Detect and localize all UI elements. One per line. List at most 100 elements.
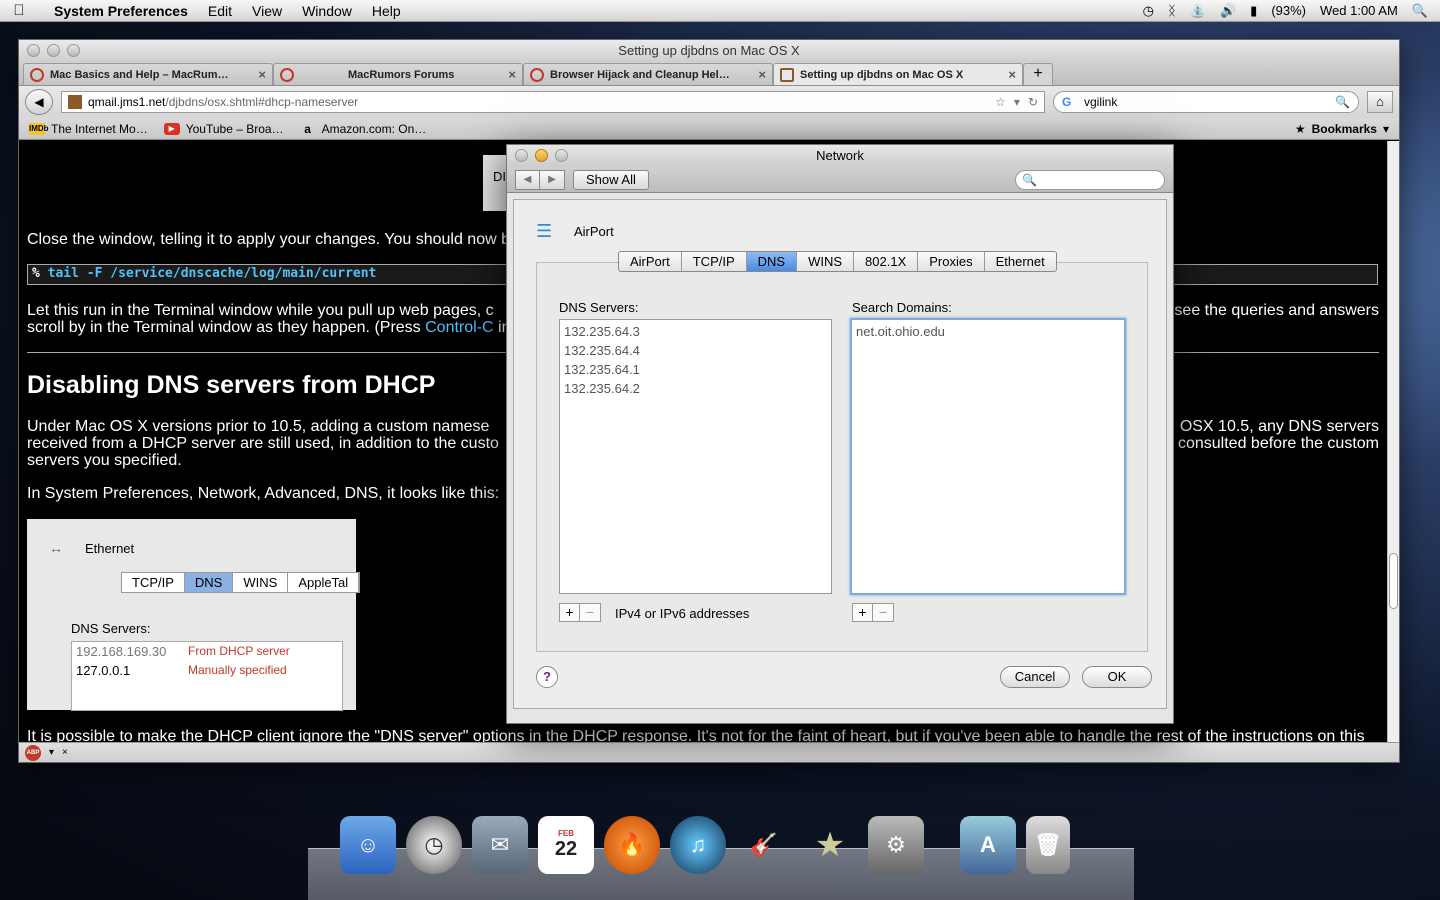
help-button[interactable]: ? [536,666,558,688]
menu-view[interactable]: View [242,3,292,19]
menu-app[interactable]: System Preferences [38,3,198,19]
back-button[interactable]: ◀ [25,89,53,115]
close-button[interactable] [27,44,40,57]
remove-domain-button[interactable]: − [873,604,893,621]
tab-macrumors-basics[interactable]: Mac Basics and Help – MacRum… × [23,63,273,85]
close-tab-icon[interactable]: × [758,67,766,82]
wifi-icon[interactable]: ⛲ [1190,3,1206,19]
time-machine-icon[interactable]: ◷ [1143,3,1154,19]
imovie-icon[interactable]: ★ [802,816,858,874]
bookmarks-menu-label: Bookmarks [1311,121,1377,136]
list-item[interactable]: 132.235.64.4 [564,341,827,360]
tab-djbdns[interactable]: Setting up djbdns on Mac OS X × [773,63,1023,85]
search-add-remove: + − [852,603,894,622]
tab-browser-hijack[interactable]: Browser Hijack and Cleanup Hel… × [523,63,773,85]
add-domain-button[interactable]: + [853,604,873,621]
applications-folder-icon[interactable]: A [960,816,1016,874]
add-dns-button[interactable]: + [560,604,580,621]
clock[interactable]: Wed 1:00 AM [1320,3,1398,18]
forward-arrow-icon[interactable]: ▶ [540,171,564,189]
show-all-button[interactable]: Show All [573,169,649,190]
itunes-icon[interactable]: ♫ [670,816,726,874]
bookmark-label: Amazon.com: On… [321,121,427,136]
garageband-icon[interactable]: 🎸 [736,816,792,874]
shot-tab: WINS [233,573,289,592]
search-domains-list[interactable]: net.oit.ohio.edu [850,318,1126,595]
calendar-icon[interactable]: FEB 22 [538,816,594,874]
close-tab-icon[interactable]: × [508,67,516,82]
firefox-icon[interactable]: 🔥 [604,816,660,874]
google-icon[interactable]: G [1062,95,1078,109]
list-item[interactable]: net.oit.ohio.edu [856,322,1120,341]
trash-icon[interactable]: 🗑 [1026,816,1070,874]
close-tab-icon[interactable]: × [258,67,266,82]
volume-icon[interactable]: 🔊 [1220,3,1236,19]
page-scrollbar[interactable] [1387,141,1399,743]
new-tab-button[interactable]: + [1023,63,1053,85]
menu-help[interactable]: Help [362,3,411,19]
tab-proxies[interactable]: Proxies [918,252,985,271]
nav-bar: ◀ qmail.jms1.net/djbdns/osx.shtml#dhcp-n… [19,86,1399,118]
terminal-prompt: % [32,266,40,281]
list-item[interactable]: 132.235.64.2 [564,379,827,398]
list-item[interactable]: 132.235.64.1 [564,360,827,379]
search-icon[interactable]: 🔍 [1335,95,1350,109]
search-bar[interactable]: G vgilink 🔍 [1053,91,1359,113]
dns-servers-list[interactable]: 132.235.64.3 132.235.64.4 132.235.64.1 1… [559,319,832,594]
minimize-button[interactable] [47,44,60,57]
bookmark-imdb[interactable]: IMDb The Internet Mo… [29,122,148,136]
close-icon[interactable]: × [62,747,68,758]
adblock-icon[interactable]: ABP [25,744,41,761]
p3b-right: consulted before the custom [1177,435,1379,452]
bookmark-youtube[interactable]: ▶ YouTube – Broa… [163,122,284,136]
chevron-down-icon[interactable]: ▾ [49,747,54,758]
system-preferences-icon[interactable]: ⚙ [868,816,924,874]
apple-menu-icon[interactable]:  [0,2,38,19]
battery-percent[interactable]: (93%) [1271,3,1306,18]
spotlight-icon[interactable]: 🔍 [1412,3,1428,19]
interface-name: AirPort [574,223,614,239]
battery-icon[interactable]: ▮ [1250,3,1257,19]
zoom-button[interactable] [67,44,80,57]
bookmarks-menu[interactable]: ★ Bookmarks ▾ [1295,122,1389,136]
tab-8021x[interactable]: 802.1X [854,252,919,271]
tab-bar: Mac Basics and Help – MacRum… × MacRumor… [19,62,1399,86]
remove-dns-button[interactable]: − [580,604,600,621]
shot-tabs: TCP/IP DNS WINS AppleTal [121,572,361,593]
ok-button[interactable]: OK [1082,666,1152,688]
tab-ethernet[interactable]: Ethernet [985,252,1056,271]
bookmark-amazon[interactable]: a Amazon.com: On… [300,121,427,136]
search-input[interactable]: vgilink [1084,95,1117,109]
menu-edit[interactable]: Edit [198,3,242,19]
tab-dns[interactable]: DNS [746,252,798,271]
bookmarks-toolbar: IMDb The Internet Mo… ▶ YouTube – Broa… … [19,118,1399,140]
minimize-button[interactable] [535,149,548,162]
reload-icon[interactable]: ↻ [1028,95,1038,109]
bluetooth-icon[interactable]: ᛝ [1168,3,1176,18]
control-c-link[interactable]: Control-C [425,319,493,336]
menu-window[interactable]: Window [292,3,362,19]
tab-tcpip[interactable]: TCP/IP [682,252,747,271]
home-button[interactable]: ⌂ [1367,91,1393,113]
list-item[interactable]: 132.235.64.3 [564,322,827,341]
back-arrow-icon[interactable]: ◀ [516,170,540,189]
tab-wins[interactable]: WINS [797,252,855,271]
url-bar[interactable]: qmail.jms1.net/djbdns/osx.shtml#dhcp-nam… [61,91,1045,113]
close-button[interactable] [515,149,528,162]
safari-dashboard-icon[interactable]: ◷ [406,816,462,874]
site-icon [780,67,794,82]
tab-airport[interactable]: AirPort [619,252,682,271]
zoom-button[interactable] [555,149,568,162]
finder-icon[interactable]: ☺ [340,816,396,874]
airport-icon: ☰ [536,221,553,241]
scrollbar-thumb[interactable] [1389,553,1398,609]
cancel-button[interactable]: Cancel [1000,666,1070,688]
calendar-day: 22 [554,838,578,860]
bookmark-star-icon[interactable]: ☆ [995,95,1006,109]
dropdown-icon[interactable]: ▾ [1014,95,1020,109]
close-tab-icon[interactable]: × [1008,67,1016,82]
mail-icon[interactable]: ✉ [472,816,528,874]
prefs-search-field[interactable]: 🔍 [1015,169,1165,190]
tab-macrumors-forums[interactable]: MacRumors Forums × [273,63,523,85]
paragraph-dhcp-client: It is possible to make the DHCP client i… [27,728,1365,743]
